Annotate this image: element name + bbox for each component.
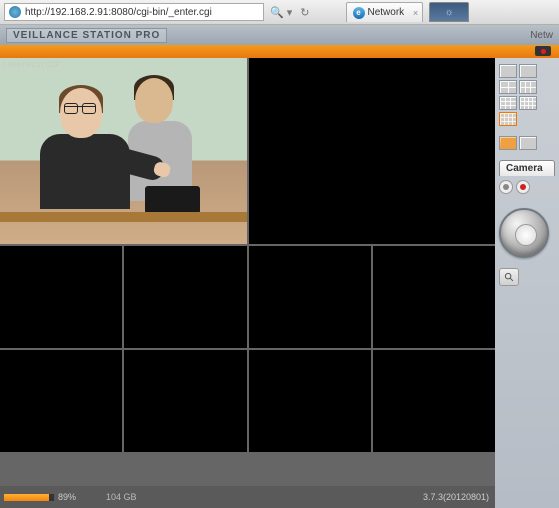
video-grid-panel: camerecordIP 89% 104 GB 3.7.3(20 [0,58,495,508]
storage-size: 104 GB [106,492,137,502]
recording-indicator-icon [535,46,551,56]
accent-bar [0,45,559,58]
browser-address-bar: http://192.168.2.91:8080/cgi-bin/_enter.… [0,0,559,25]
layout-1x1[interactable] [499,64,517,78]
camera-cell-6[interactable] [373,246,495,348]
camera-cell-9[interactable] [249,350,371,452]
layout-wide[interactable] [519,64,537,78]
app-header: veillance Station Pro Netw ≡ ☰ ▭ ↻ ◉ ⇲ ▶… [0,25,559,45]
layout-buttons [499,64,555,150]
ie-icon: e [353,7,365,19]
layout-special-1[interactable] [499,136,517,150]
camera-cell-8[interactable] [124,350,246,452]
url-text: http://192.168.2.91:8080/cgi-bin/_enter.… [25,7,212,18]
stop-record-button[interactable] [499,180,513,194]
browser-tab-network[interactable]: e Network × [346,2,424,22]
live-video-scene [0,58,247,244]
main-area: camerecordIP 89% 104 GB 3.7.3(20 [0,58,559,508]
storage-progress [4,494,54,501]
camera-cell-1-live[interactable]: camerecordIP [0,58,247,244]
camera-label: camerecordIP [2,60,60,69]
version-label: 3.7.3(20120801) [423,492,489,502]
layout-3x3[interactable] [499,96,517,110]
status-bar: 89% 104 GB 3.7.3(20120801) [0,486,495,508]
record-controls [499,180,555,194]
tab-close-icon[interactable]: × [413,8,418,18]
jog-center-icon [515,224,537,246]
storage-percent: 89% [58,492,76,502]
header-right-label: Netw [530,30,553,41]
side-panel: Camera [495,58,559,508]
camera-cell-3[interactable] [0,246,122,348]
camera-cell-4[interactable] [124,246,246,348]
layout-2x2[interactable] [499,80,517,94]
layout-2x3[interactable] [519,80,537,94]
url-controls: 🔍 ▾ ↻ [264,6,316,19]
layout-active[interactable] [499,112,517,126]
zoom-button[interactable] [499,268,519,286]
search-dropdown-icon[interactable]: 🔍 ▾ [270,6,292,19]
start-record-button[interactable] [516,180,530,194]
layout-3x4[interactable] [519,96,537,110]
ptz-jog-wheel[interactable] [499,208,549,258]
camera-cell-2[interactable] [249,58,496,244]
camera-cell-7[interactable] [0,350,122,452]
url-input[interactable]: http://192.168.2.91:8080/cgi-bin/_enter.… [4,3,264,21]
tab-bar: e Network × ☼ [346,2,470,22]
camera-cell-10[interactable] [373,350,495,452]
tab-title: Network [368,7,405,18]
camera-tab[interactable]: Camera [499,160,555,176]
app-logo: veillance Station Pro [6,28,167,43]
layout-special-2[interactable] [519,136,537,150]
browser-tab-partial[interactable]: ☼ [429,2,469,22]
refresh-icon[interactable]: ↻ [300,6,309,19]
settings-icon: ☼ [445,7,454,18]
globe-icon [9,6,21,18]
camera-grid: camerecordIP [0,58,495,486]
camera-cell-5[interactable] [249,246,371,348]
magnifier-icon [504,272,515,283]
